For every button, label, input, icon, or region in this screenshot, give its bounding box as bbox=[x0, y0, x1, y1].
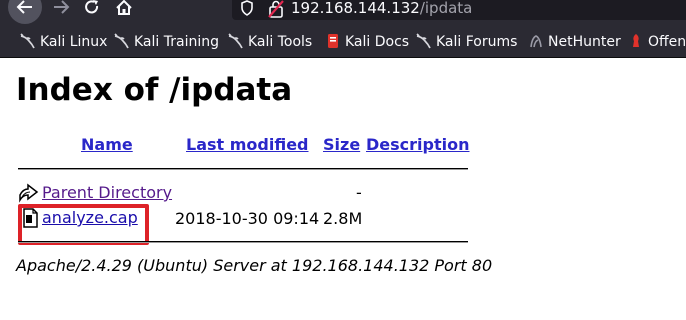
parent-directory-link[interactable]: Parent Directory bbox=[42, 183, 172, 203]
bookmark-kali-linux[interactable]: Kali Linux bbox=[20, 32, 107, 52]
url-host: 192.168.144.132 bbox=[291, 0, 420, 17]
bookmark-nethunter[interactable]: NetHunter bbox=[528, 32, 621, 52]
insecure-lock-icon[interactable] bbox=[268, 0, 284, 18]
column-header-size[interactable]: Size bbox=[323, 135, 360, 155]
table-divider-bottom bbox=[18, 241, 468, 243]
offsec-icon bbox=[633, 34, 639, 47]
parent-dir-icon bbox=[19, 183, 39, 203]
forward-button[interactable] bbox=[52, 0, 70, 14]
browser-toolbar: 192.168.144.132/ipdata bbox=[0, 0, 686, 28]
table-divider-top bbox=[18, 168, 468, 170]
url-path: /ipdata bbox=[419, 0, 473, 17]
bookmark-kali-training[interactable]: Kali Training bbox=[114, 32, 219, 52]
bookmark-offsec[interactable]: Offen bbox=[628, 32, 686, 52]
page-title: Index of /ipdata bbox=[16, 72, 293, 108]
bookmarks-toolbar: Kali Linux Kali Training Kali Tools Kali… bbox=[0, 28, 686, 58]
url-text[interactable]: 192.168.144.132/ipdata bbox=[291, 0, 472, 18]
column-header-last-modified[interactable]: Last modified bbox=[186, 135, 309, 155]
column-header-name[interactable]: Name bbox=[81, 135, 133, 155]
home-button[interactable] bbox=[115, 0, 133, 15]
column-header-description[interactable]: Description bbox=[366, 135, 469, 155]
server-signature: Apache/2.4.29 (Ubuntu) Server at 192.168… bbox=[16, 256, 493, 275]
row-last-modified: 2018-10-30 09:14 bbox=[175, 209, 320, 228]
bookmark-kali-forums[interactable]: Kali Forums bbox=[416, 32, 517, 52]
row-size: 2.8M bbox=[323, 209, 363, 228]
highlight-annotation-box bbox=[18, 204, 149, 245]
kali-dragon-icon bbox=[416, 33, 431, 49]
bookmark-kali-docs[interactable]: Kali Docs bbox=[325, 32, 409, 52]
kali-dragon-icon bbox=[228, 33, 243, 49]
row-size: - bbox=[356, 183, 362, 202]
nethunter-icon bbox=[530, 35, 542, 48]
back-arrow-icon bbox=[16, 0, 32, 14]
tracking-shield-icon[interactable] bbox=[240, 0, 254, 16]
reload-button[interactable] bbox=[84, 0, 100, 14]
bookmark-kali-tools[interactable]: Kali Tools bbox=[228, 32, 312, 52]
kali-docs-icon bbox=[328, 34, 338, 48]
kali-dragon-icon bbox=[114, 33, 129, 49]
kali-dragon-icon bbox=[20, 33, 35, 49]
